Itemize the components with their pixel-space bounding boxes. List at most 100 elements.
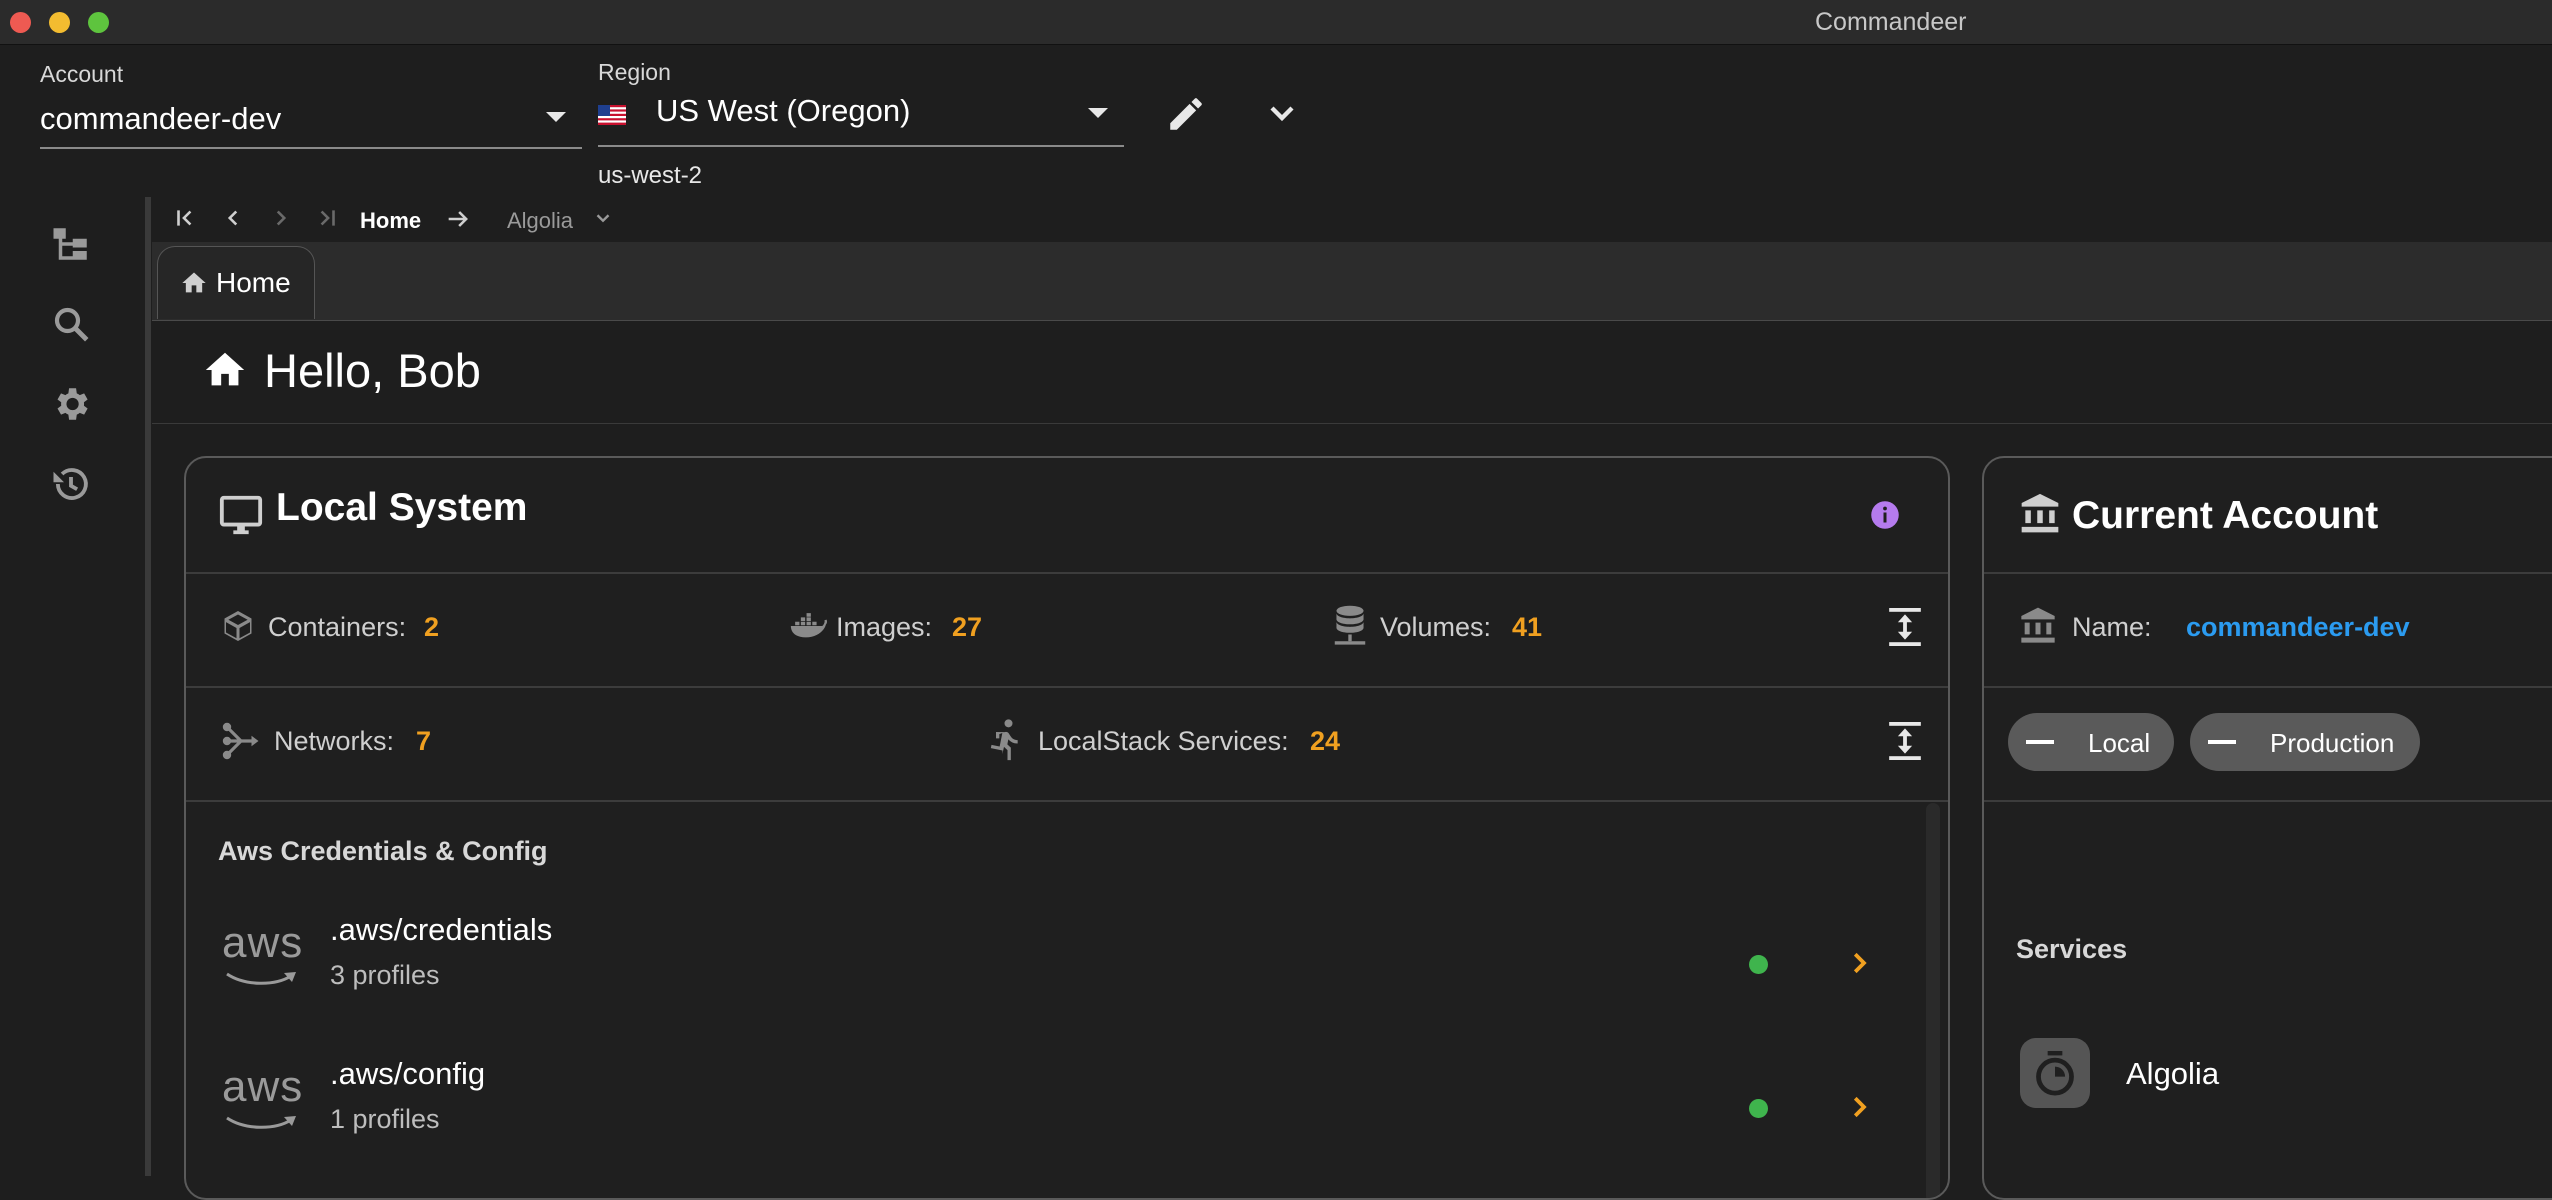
expand-vertical-icon[interactable] — [1886, 606, 1924, 648]
chevron-right-icon[interactable] — [1844, 1092, 1874, 1122]
containers-count[interactable]: 2 — [424, 612, 439, 643]
tab-strip: Home — [152, 242, 2552, 321]
service-avatar — [2020, 1038, 2090, 1108]
top-bar: Account commandeer-dev Region US West (O… — [0, 45, 2552, 195]
divider — [1984, 800, 2552, 802]
credentials-file-subtitle: 3 profiles — [330, 960, 440, 990]
tab-home-label: Home — [216, 267, 291, 298]
chevron-down-icon[interactable] — [1262, 93, 1302, 133]
account-select[interactable]: commandeer-dev — [40, 101, 281, 137]
networks-label: Networks: — [274, 726, 395, 756]
config-file-title: .aws/config — [330, 1056, 486, 1091]
region-label: Region — [598, 59, 671, 85]
current-account-title: Current Account — [2072, 494, 2379, 537]
next-icon[interactable] — [268, 205, 294, 231]
gear-icon[interactable] — [50, 383, 92, 425]
credentials-section-title: Aws Credentials & Config — [218, 836, 548, 866]
account-label: Account — [40, 61, 124, 87]
home-icon — [205, 352, 245, 386]
cube-icon — [224, 611, 252, 641]
window-title: Commandeer — [1815, 8, 1967, 36]
divider — [1984, 686, 2552, 688]
home-icon — [182, 272, 206, 293]
history-icon[interactable] — [50, 463, 92, 505]
account-name-link[interactable]: commandeer-dev — [2186, 612, 2410, 643]
page-title: Hello, Bob — [264, 344, 481, 397]
network-icon — [222, 722, 259, 760]
chip-local-label: Local — [2088, 728, 2151, 758]
aws-logo-icon: aws — [222, 1062, 304, 1111]
bank-icon — [2021, 493, 2059, 533]
chip-production-label: Production — [2270, 728, 2395, 758]
info-icon[interactable] — [1870, 500, 1900, 530]
breadcrumb-algolia[interactable]: Algolia — [507, 208, 573, 234]
localstack-services-count[interactable]: 24 — [1310, 726, 1340, 757]
monitor-icon — [219, 495, 263, 535]
divider — [186, 572, 1948, 574]
bank-icon — [2021, 607, 2055, 643]
account-name-label: Name: — [2072, 612, 2152, 642]
credentials-file-title: .aws/credentials — [330, 912, 553, 947]
account-dropdown-icon[interactable] — [546, 112, 566, 122]
side-rail — [0, 195, 145, 1176]
tree-icon[interactable] — [50, 223, 92, 265]
minus-icon — [2208, 740, 2236, 744]
region-underline — [598, 145, 1124, 147]
account-underline — [40, 147, 582, 149]
images-label: Images: — [836, 612, 933, 642]
edit-icon[interactable] — [1165, 93, 1207, 135]
services-section-title: Services — [2016, 934, 2128, 964]
volumes-count[interactable]: 41 — [1512, 612, 1542, 643]
list-item[interactable]: Algolia — [1984, 1018, 2552, 1148]
region-dropdown-icon[interactable] — [1088, 108, 1108, 118]
aws-smile-icon — [226, 972, 296, 985]
expand-vertical-icon[interactable] — [1886, 720, 1924, 762]
region-select[interactable]: US West (Oregon) — [656, 93, 910, 129]
status-indicator — [1749, 1099, 1768, 1118]
list-item[interactable]: aws .aws/config 1 profiles — [186, 1042, 1916, 1162]
networks-count[interactable]: 7 — [416, 726, 431, 757]
arrow-right-icon — [448, 211, 468, 227]
localstack-services-label: LocalStack Services: — [1038, 726, 1289, 756]
current-account-card: Current Account Name: commandeer-dev Loc… — [1982, 456, 2552, 1200]
list-item[interactable]: aws .aws/credentials 3 profiles — [186, 898, 1916, 1018]
chevron-down-icon[interactable] — [592, 207, 614, 229]
region-code: us-west-2 — [598, 162, 703, 189]
database-icon — [1334, 605, 1366, 645]
chevron-right-icon[interactable] — [1844, 948, 1874, 978]
local-system-card: Local System Containers: 2 Images: 27 Vo… — [184, 456, 1950, 1200]
first-page-icon[interactable] — [172, 205, 198, 231]
divider — [1984, 572, 2552, 574]
chip-production[interactable]: Production — [2190, 713, 2420, 771]
volumes-label: Volumes: — [1380, 612, 1492, 642]
config-file-subtitle: 1 profiles — [330, 1104, 440, 1134]
scrollbar[interactable] — [1926, 803, 1940, 1198]
zoom-window-button[interactable] — [88, 12, 109, 33]
us-flag-icon — [598, 105, 626, 125]
divider — [186, 686, 1948, 688]
search-icon[interactable] — [50, 303, 92, 345]
divider — [186, 800, 1948, 802]
breadcrumb: Home Algolia — [152, 197, 2552, 241]
minus-icon — [2026, 740, 2054, 744]
close-window-button[interactable] — [10, 12, 31, 33]
title-bar: Commandeer — [0, 0, 2552, 45]
tab-home[interactable]: Home — [157, 246, 315, 319]
status-indicator — [1749, 955, 1768, 974]
containers-label: Containers: — [268, 612, 407, 642]
images-count[interactable]: 27 — [952, 612, 982, 643]
breadcrumb-home[interactable]: Home — [360, 208, 421, 234]
docker-icon — [790, 613, 828, 638]
minimize-window-button[interactable] — [49, 12, 70, 33]
service-name: Algolia — [2126, 1056, 2220, 1091]
stopwatch-icon — [2036, 1051, 2074, 1096]
aws-logo-icon: aws — [222, 918, 304, 967]
previous-icon[interactable] — [220, 205, 246, 231]
aws-smile-icon — [226, 1116, 296, 1129]
local-system-title: Local System — [276, 486, 528, 529]
chip-local[interactable]: Local — [2008, 713, 2174, 771]
last-page-icon[interactable] — [314, 205, 340, 231]
rail-divider — [145, 197, 151, 1176]
greeting-header: Hello, Bob — [152, 321, 2552, 424]
runner-icon — [990, 719, 1018, 761]
